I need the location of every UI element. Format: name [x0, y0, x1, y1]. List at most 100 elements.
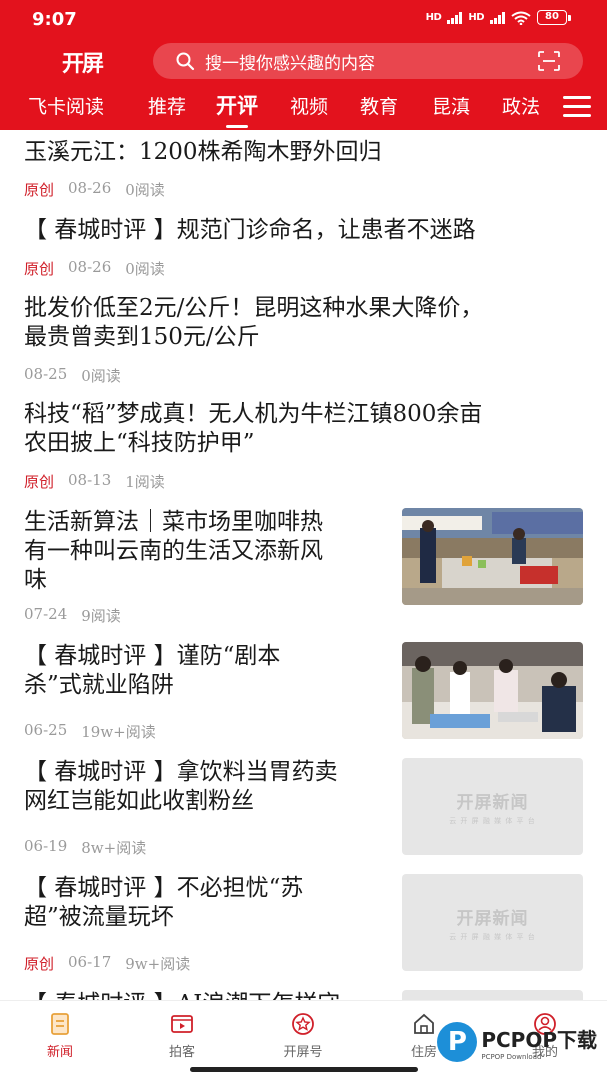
tab-recommend[interactable]: 推荐: [148, 92, 186, 119]
article-reads: 0阅读: [125, 260, 165, 278]
article-reads: 1阅读: [125, 473, 165, 491]
title-line: 有一种叫云南的生活又添新风: [24, 538, 323, 564]
tab-education[interactable]: 教育: [360, 92, 398, 119]
placeholder-logo-text: 开屏新闻: [456, 908, 529, 929]
article-title[interactable]: 生活新算法｜菜市场里咖啡热 有一种叫云南的生活又添新风 味: [24, 508, 323, 595]
title-line: 超”被流量玩坏: [24, 904, 174, 930]
article-date: 06-25: [24, 721, 68, 739]
article-meta: 原创 08-26 0阅读: [24, 179, 165, 200]
title-line: 科技“稻”梦成真！无人机为牛栏江镇800余亩: [24, 401, 483, 427]
tab-kundian[interactable]: 昆滇: [432, 92, 470, 119]
watermark-text: PCPOP下载: [481, 1027, 597, 1052]
title-line: 【 春城时评 】拿饮料当胃药卖: [24, 759, 338, 785]
article-meta: 原创 06-17 9w+阅读: [24, 953, 190, 974]
article-reads: 19w+阅读: [81, 723, 156, 741]
title-line: 杀”式就业陷阱: [24, 672, 174, 698]
channel-tabs: 飞卡阅读 推荐 开评 视频 教育 昆滇 政法: [0, 90, 607, 128]
article-meta: 06-19 8w+阅读: [24, 837, 146, 858]
title-line: 【 春城时评 】谨防“剧本: [24, 643, 281, 669]
article-meta: 08-25 0阅读: [24, 365, 121, 386]
app-logo[interactable]: 开屏: [62, 46, 104, 78]
article-thumbnail[interactable]: [402, 642, 583, 739]
article-reads: 9阅读: [81, 607, 121, 625]
tab-kaiping[interactable]: 开评: [216, 90, 258, 128]
article-thumbnail[interactable]: [402, 508, 583, 605]
news-feed: 玉溪元江：1200株希陶木野外回归 原创 08-26 0阅读 【 春城时评 】规…: [0, 130, 607, 1000]
article-reads: 0阅读: [125, 181, 165, 199]
wifi-icon: [511, 11, 531, 25]
watermark-subtext: PCPOP Download: [481, 1052, 542, 1061]
news-icon: [51, 1013, 69, 1035]
nav-kaipinghao[interactable]: 开屏号: [263, 1011, 343, 1060]
job-fair-photo: [402, 642, 583, 739]
article-title[interactable]: 批发价低至2元/公斤！昆明这种水果大降价， 最贵曾卖到150元/公斤: [24, 294, 483, 352]
search-icon: [176, 52, 195, 71]
article-date: 08-25: [24, 365, 68, 383]
search-placeholder[interactable]: 搜一搜你感兴趣的内容: [205, 49, 537, 74]
star-badge-icon: [292, 1013, 314, 1035]
article-title[interactable]: 科技“稻”梦成真！无人机为牛栏江镇800余亩 农田披上“科技防护甲”: [24, 400, 482, 458]
status-bar: 9:07 HD HD 80: [0, 0, 607, 40]
article-meta: 原创 08-26 0阅读: [24, 258, 165, 279]
title-line: 批发价低至2元/公斤！昆明这种水果大降价，: [24, 295, 484, 321]
signal-icon: [447, 11, 463, 24]
title-line: 网红岂能如此收割粉丝: [24, 788, 254, 814]
battery-level: 80: [537, 10, 567, 25]
video-icon: [171, 1015, 193, 1033]
search-bar[interactable]: 搜一搜你感兴趣的内容: [153, 43, 583, 79]
article-thumbnail-placeholder[interactable]: 开屏新闻 云 开 屏 融 媒 体 平 台: [402, 758, 583, 855]
article-title[interactable]: 【 春城时评 】谨防“剧本 杀”式就业陷阱: [24, 642, 280, 700]
article-reads: 9w+阅读: [125, 955, 191, 973]
status-icons: HD HD 80: [426, 10, 571, 25]
article-date: 08-26: [68, 258, 112, 276]
article-date: 06-17: [68, 953, 112, 971]
title-line: 【 春城时评 】不必担忧“苏: [24, 875, 304, 901]
article-title[interactable]: 【 春城时评 】规范门诊命名，让患者不迷路: [24, 216, 476, 245]
nav-label: 新闻: [46, 1045, 73, 1060]
watermark-logo: P: [437, 1022, 478, 1062]
article-title[interactable]: 【 春城时评 】AI浪潮下怎样守: [24, 990, 340, 1000]
channel-menu-icon[interactable]: [563, 96, 591, 118]
app-header: 9:07 HD HD 80 开屏 搜一搜你感兴趣的内容 飞卡阅读 推荐 开评 视…: [0, 0, 607, 130]
nav-label: 住房: [410, 1045, 437, 1060]
original-badge: 原创: [24, 955, 55, 973]
title-line: 【 春城时评 】AI浪潮下怎样守: [24, 990, 340, 1000]
article-date: 08-13: [68, 471, 112, 489]
article-date: 07-24: [24, 605, 68, 623]
article-date: 08-26: [68, 179, 112, 197]
original-badge: 原创: [24, 473, 55, 491]
status-time: 9:07: [32, 9, 77, 30]
article-title[interactable]: 【 春城时评 】拿饮料当胃药卖 网红岂能如此收割粉丝: [24, 758, 338, 816]
tab-feika[interactable]: 飞卡阅读: [28, 92, 104, 119]
signal-icon-2: [490, 11, 505, 24]
article-reads: 0阅读: [81, 367, 121, 385]
home-indicator[interactable]: [190, 1067, 418, 1072]
pcpop-watermark: P PCPOP下载 PCPOP Download: [437, 1022, 597, 1062]
article-reads: 8w+阅读: [81, 839, 147, 857]
nav-news[interactable]: 新闻: [20, 1011, 100, 1060]
article-meta: 06-25 19w+阅读: [24, 721, 156, 742]
tab-law[interactable]: 政法: [502, 92, 540, 119]
article-thumbnail-placeholder[interactable]: 开屏新闻 云 开 屏 融 媒 体 平 台: [402, 874, 583, 971]
battery-icon: 80: [537, 10, 571, 25]
article-title[interactable]: 【 春城时评 】不必担忧“苏 超”被流量玩坏: [24, 874, 303, 932]
signal-label: HD: [425, 12, 442, 23]
nav-label: 拍客: [168, 1045, 195, 1060]
scan-icon[interactable]: [537, 50, 561, 72]
title-line: 最贵曾卖到150元/公斤: [24, 324, 260, 350]
article-meta: 原创 08-13 1阅读: [24, 471, 165, 492]
article-meta: 07-24 9阅读: [24, 605, 121, 626]
original-badge: 原创: [24, 260, 55, 278]
tab-video[interactable]: 视频: [290, 92, 328, 119]
nav-paike[interactable]: 拍客: [142, 1011, 222, 1060]
bottom-navigation: 新闻 拍客 开屏号 住房 我的 P PCPOP下载 PCPOP Download: [0, 1000, 607, 1080]
placeholder-sub-text: 云 开 屏 融 媒 体 平 台: [449, 816, 536, 825]
title-line: 味: [24, 567, 47, 593]
article-date: 06-19: [24, 837, 68, 855]
article-thumbnail-placeholder[interactable]: [402, 990, 583, 1000]
nav-label: 开屏号: [283, 1045, 323, 1060]
article-title[interactable]: 玉溪元江：1200株希陶木野外回归: [24, 138, 382, 167]
placeholder-sub-text: 云 开 屏 融 媒 体 平 台: [449, 932, 536, 941]
signal-label-2: HD: [468, 12, 484, 23]
home-icon: [414, 1013, 434, 1034]
